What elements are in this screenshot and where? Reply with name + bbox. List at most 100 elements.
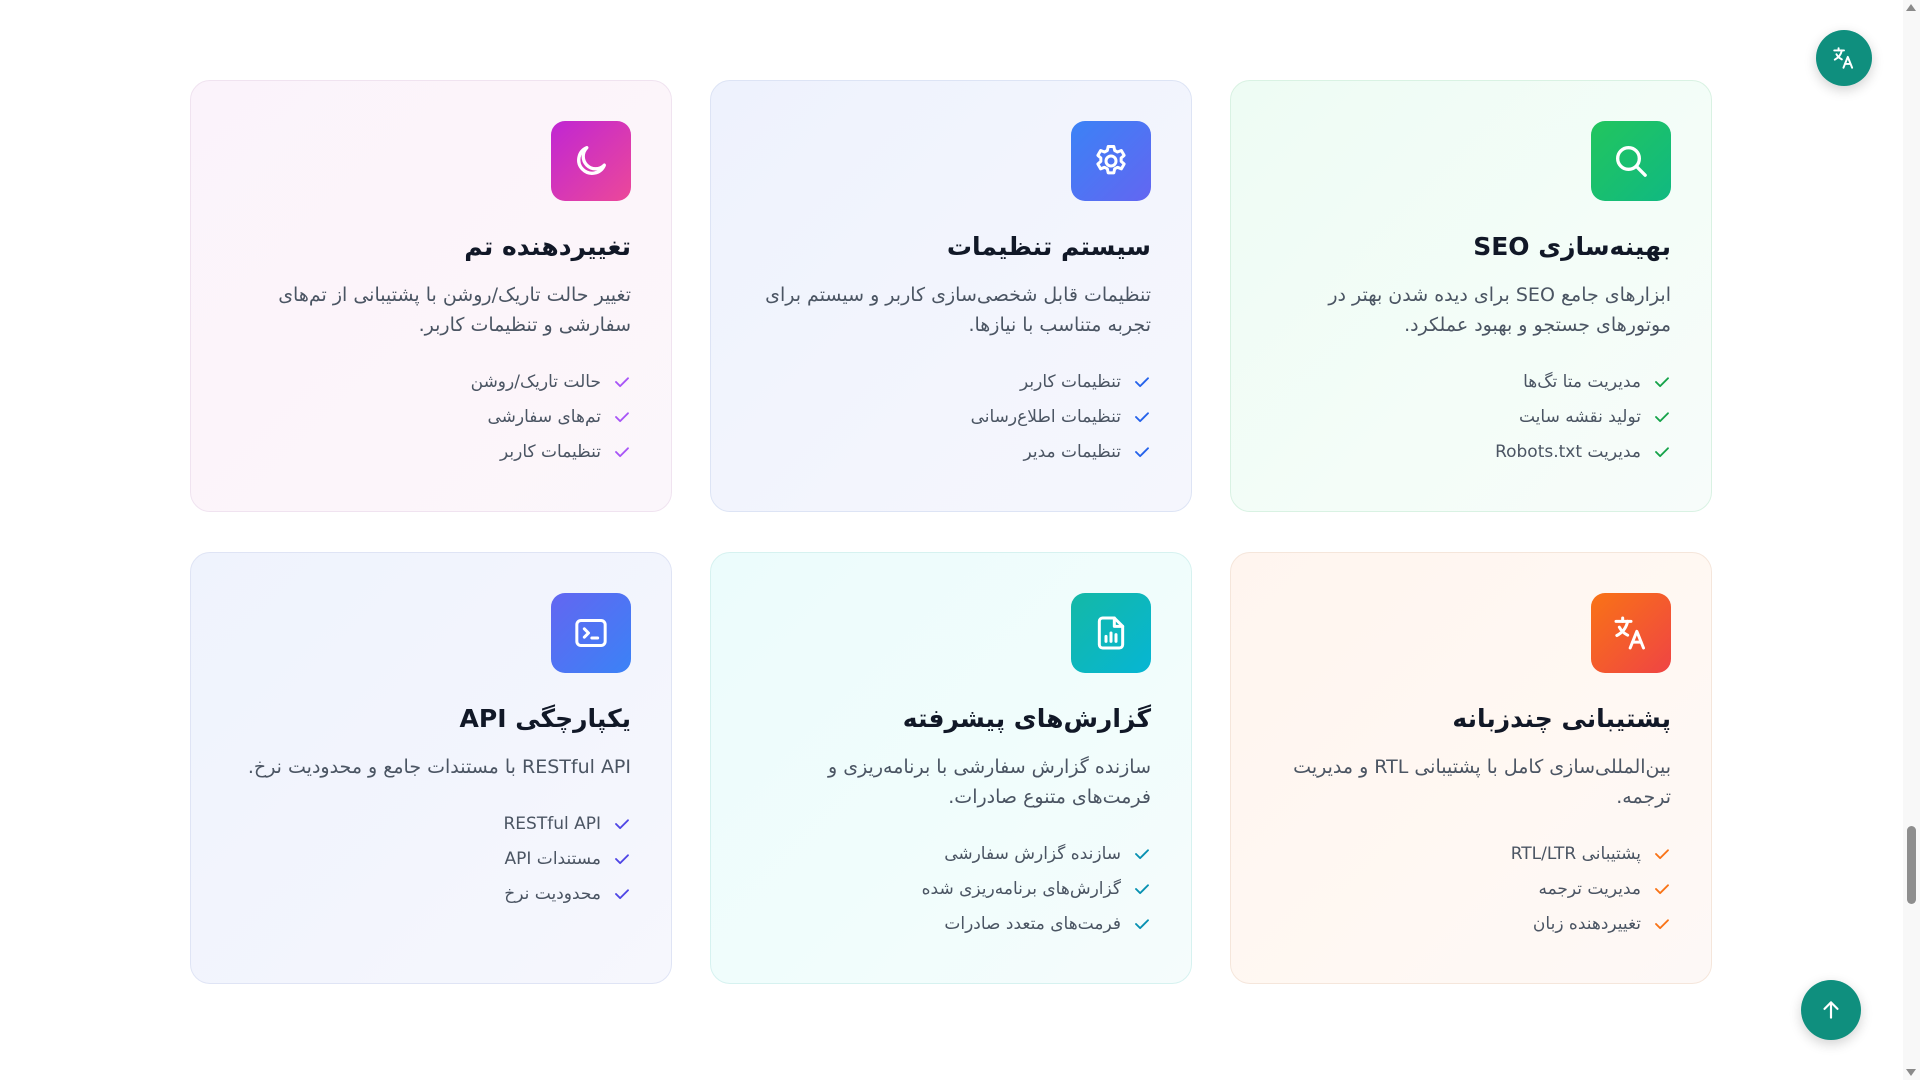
check-icon [1653, 408, 1671, 426]
feature-item: تنظیمات مدیر [751, 435, 1151, 470]
feature-icon-box [1591, 121, 1671, 201]
feature-label: تولید نقشه سایت [1518, 407, 1641, 428]
feature-item: تنظیمات کاربر [231, 435, 631, 470]
feature-label: تغییردهنده زبان [1532, 914, 1641, 935]
feature-icon-box [1071, 593, 1151, 673]
card-description: تنظیمات قابل شخصی‌سازی کاربر و سیستم برا… [765, 284, 1151, 337]
check-icon [613, 408, 631, 426]
feature-label: سازنده گزارش سفارشی [944, 844, 1121, 865]
card-title: پشتیبانی چندزبانه [1452, 704, 1671, 733]
feature-icon-box [551, 593, 631, 673]
feature-label: تنظیمات کاربر [1020, 372, 1121, 393]
feature-label: پشتیبانی RTL/LTR [1510, 844, 1641, 865]
check-icon [1653, 373, 1671, 391]
feature-list: سازنده گزارش سفارشی گزارش‌های برنامه‌ریز… [751, 837, 1151, 942]
feature-label: حالت تاریک/روشن [470, 372, 601, 393]
card-description: سازنده گزارش سفارشی با برنامه‌ریزی و فرم… [827, 756, 1151, 809]
feature-list: پشتیبانی RTL/LTR مدیریت ترجمه تغییردهنده… [1271, 837, 1671, 942]
gear-icon [1096, 145, 1126, 175]
arrow-up-icon [1823, 1001, 1839, 1019]
check-icon [1653, 845, 1671, 863]
feature-list: حالت تاریک/روشن تم‌های سفارشی تنظیمات کا… [231, 365, 631, 470]
check-icon [613, 850, 631, 868]
check-icon [1133, 443, 1151, 461]
feature-item: مدیریت متا تگ‌ها [1271, 365, 1671, 400]
feature-item: تولید نقشه سایت [1271, 400, 1671, 435]
feature-item: مستندات API [231, 841, 631, 876]
check-icon [1133, 373, 1151, 391]
scroll-down-arrow-icon[interactable] [1906, 1069, 1916, 1076]
feature-icon-box [1591, 593, 1671, 673]
feature-list: RESTful API مستندات API محدودیت نرخ [231, 806, 631, 911]
feature-item: پشتیبانی RTL/LTR [1271, 837, 1671, 872]
feature-card-seo: بهینه‌سازی SEO ابزارهای جامع SEO برای دی… [1230, 80, 1712, 512]
card-description: بین‌المللی‌سازی کامل با پشتیبانی RTL و م… [1293, 756, 1671, 809]
language-toggle-button[interactable] [1816, 30, 1872, 86]
report-file-icon [1097, 616, 1125, 650]
feature-label: مدیریت متا تگ‌ها [1523, 372, 1641, 393]
feature-label: مستندات API [504, 848, 602, 869]
feature-label: RESTful API [503, 813, 601, 834]
feature-card-api: یکپارچگی API RESTful API با مستندات جامع… [190, 552, 672, 984]
card-title: یکپارچگی API [459, 704, 631, 733]
translate-icon [1833, 47, 1854, 69]
feature-label: تم‌های سفارشی [487, 407, 601, 428]
feature-item: تنظیمات اطلاع‌رسانی [751, 400, 1151, 435]
card-description: RESTful API با مستندات جامع و محدودیت نر… [247, 756, 631, 778]
feature-label: مدیریت Robots.txt [1495, 442, 1641, 463]
feature-list: تنظیمات کاربر تنظیمات اطلاع‌رسانی تنظیما… [751, 365, 1151, 470]
check-icon [1133, 408, 1151, 426]
check-icon [1133, 845, 1151, 863]
card-title: بهینه‌سازی SEO [1473, 232, 1671, 261]
check-icon [1653, 880, 1671, 898]
page: بهینه‌سازی SEO ابزارهای جامع SEO برای دی… [0, 0, 1920, 1080]
feature-icon-box [551, 121, 631, 201]
feature-label: مدیریت ترجمه [1538, 879, 1641, 900]
feature-list: مدیریت متا تگ‌ها تولید نقشه سایت مدیریت … [1271, 365, 1671, 470]
feature-label: فرمت‌های متعدد صادرات [944, 914, 1121, 935]
scroll-thumb[interactable] [1907, 826, 1916, 904]
check-icon [613, 373, 631, 391]
check-icon [1653, 915, 1671, 933]
feature-item: تم‌های سفارشی [231, 400, 631, 435]
feature-item: مدیریت ترجمه [1271, 872, 1671, 907]
feature-icon-box [1071, 121, 1151, 201]
feature-item: مدیریت Robots.txt [1271, 435, 1671, 470]
card-title: سیستم تنظیمات [946, 232, 1151, 261]
feature-item: گزارش‌های برنامه‌ریزی شده [751, 872, 1151, 907]
feature-label: تنظیمات اطلاع‌رسانی [970, 407, 1121, 428]
feature-item: فرمت‌های متعدد صادرات [751, 907, 1151, 942]
check-icon [613, 443, 631, 461]
check-icon [613, 815, 631, 833]
feature-label: تنظیمات کاربر [500, 442, 601, 463]
features-grid: بهینه‌سازی SEO ابزارهای جامع SEO برای دی… [190, 80, 1712, 984]
feature-item: تغییردهنده زبان [1271, 907, 1671, 942]
feature-card-settings: سیستم تنظیمات تنظیمات قابل شخصی‌سازی کار… [710, 80, 1192, 512]
feature-label: گزارش‌های برنامه‌ریزی شده [921, 879, 1121, 900]
card-description: تغییر حالت تاریک/روشن با پشتیبانی از تم‌… [278, 284, 631, 337]
feature-item: حالت تاریک/روشن [231, 365, 631, 400]
check-icon [613, 885, 631, 903]
vertical-scrollbar[interactable] [1903, 0, 1920, 1080]
card-description: ابزارهای جامع SEO برای دیده شدن بهتر در … [1328, 284, 1671, 337]
feature-label: محدودیت نرخ [504, 883, 601, 904]
card-title: گزارش‌های پیشرفته [902, 704, 1151, 733]
translate-icon [1614, 616, 1645, 650]
feature-card-multilingual: پشتیبانی چندزبانه بین‌المللی‌سازی کامل ب… [1230, 552, 1712, 984]
search-icon [1616, 146, 1647, 177]
feature-card-theme: تغییردهنده تم تغییر حالت تاریک/روشن با پ… [190, 80, 672, 512]
scroll-up-arrow-icon[interactable] [1906, 4, 1916, 11]
check-icon [1653, 443, 1671, 461]
moon-icon [577, 146, 606, 175]
feature-card-reports: گزارش‌های پیشرفته سازنده گزارش سفارشی با… [710, 552, 1192, 984]
back-to-top-button[interactable] [1801, 980, 1861, 1040]
check-icon [1133, 880, 1151, 898]
terminal-icon [575, 619, 607, 647]
feature-item: تنظیمات کاربر [751, 365, 1151, 400]
card-title: تغییردهنده تم [464, 232, 631, 261]
feature-item: سازنده گزارش سفارشی [751, 837, 1151, 872]
feature-item: محدودیت نرخ [231, 876, 631, 911]
feature-label: تنظیمات مدیر [1023, 442, 1122, 463]
feature-item: RESTful API [231, 806, 631, 841]
check-icon [1133, 915, 1151, 933]
